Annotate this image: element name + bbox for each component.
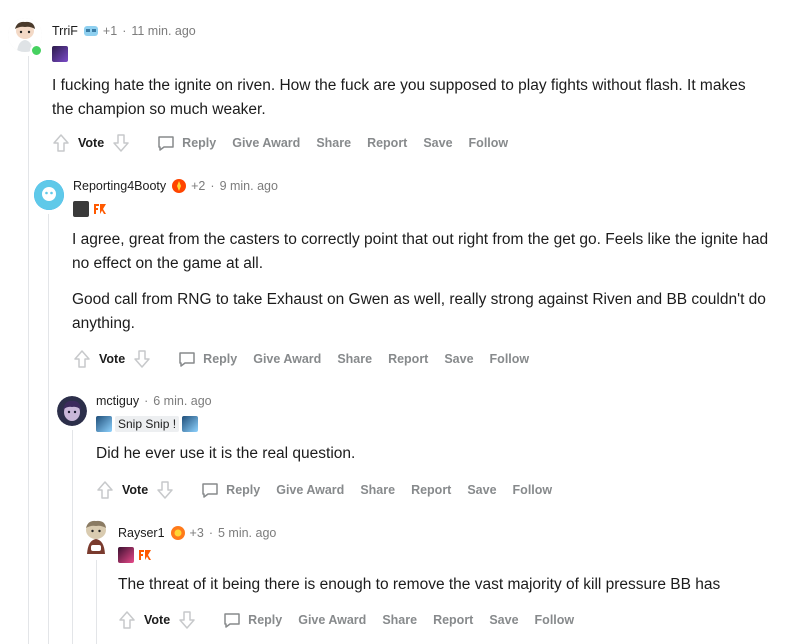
upvote-arrow-icon[interactable] xyxy=(71,348,93,370)
timestamp[interactable]: 9 min. ago xyxy=(220,179,278,193)
reply-button[interactable]: Reply xyxy=(156,133,216,153)
save-button[interactable]: Save xyxy=(444,352,473,366)
follow-button[interactable]: Follow xyxy=(490,352,530,366)
reply-button[interactable]: Reply xyxy=(177,349,237,369)
timestamp[interactable]: 5 min. ago xyxy=(218,526,276,540)
downvote-arrow-icon[interactable] xyxy=(110,132,132,154)
reply-label: Reply xyxy=(203,352,238,366)
online-status-indicator xyxy=(30,44,43,57)
upvote-arrow-icon[interactable] xyxy=(94,479,116,501)
follow-button[interactable]: Follow xyxy=(535,613,575,627)
downvote-arrow-icon[interactable] xyxy=(176,609,198,631)
give-award-button[interactable]: Give Award xyxy=(232,136,300,150)
follow-button[interactable]: Follow xyxy=(469,136,509,150)
avatar[interactable] xyxy=(80,518,112,556)
award-icon xyxy=(83,23,99,39)
reply-button[interactable]: Reply xyxy=(200,480,260,500)
comment-paragraph: The threat of it being there is enough t… xyxy=(118,576,721,593)
comment-bubble-icon xyxy=(179,352,195,367)
comment-bubble-icon xyxy=(202,483,218,498)
follow-button[interactable]: Follow xyxy=(513,483,553,497)
thread-line[interactable] xyxy=(96,560,97,644)
timestamp[interactable]: 6 min. ago xyxy=(153,394,211,408)
award-icon xyxy=(171,178,187,194)
give-award-button[interactable]: Give Award xyxy=(298,613,366,627)
comment-meta: Reporting4Booty +2 · 9 min. ago xyxy=(73,178,278,194)
share-button[interactable]: Share xyxy=(337,352,372,366)
upvote-arrow-icon[interactable] xyxy=(116,609,138,631)
share-button[interactable]: Share xyxy=(316,136,351,150)
comment-paragraph: I fucking hate the ignite on riven. How … xyxy=(52,77,746,118)
comment-paragraph: I agree, great from the casters to corre… xyxy=(72,231,769,272)
comment-meta: Rayser1 +3 · 5 min. ago xyxy=(118,525,276,541)
downvote-arrow-icon[interactable] xyxy=(131,348,153,370)
save-button[interactable]: Save xyxy=(423,136,452,150)
save-button[interactable]: Save xyxy=(489,613,518,627)
vote-count: Vote xyxy=(144,613,171,627)
comment-paragraph: Good call from RNG to take Exhaust on Gw… xyxy=(72,291,766,332)
comment-actions: Vote Reply Give Award Share Report Save … xyxy=(116,609,574,631)
comment-meta: mctiguy · 6 min. ago xyxy=(96,394,212,408)
flair-icon xyxy=(96,416,112,432)
comment-body: I agree, great from the casters to corre… xyxy=(72,228,782,348)
username[interactable]: TrriF xyxy=(52,24,78,38)
karma-badge: +3 xyxy=(189,526,204,540)
avatar[interactable] xyxy=(57,396,87,426)
separator: · xyxy=(210,179,215,193)
downvote-arrow-icon[interactable] xyxy=(154,479,176,501)
separator: · xyxy=(122,24,127,38)
give-award-button[interactable]: Give Award xyxy=(276,483,344,497)
report-button[interactable]: Report xyxy=(388,352,428,366)
vote-count: Vote xyxy=(122,483,149,497)
upvote-arrow-icon[interactable] xyxy=(50,132,72,154)
reply-button[interactable]: Reply xyxy=(222,610,282,630)
thread-line[interactable] xyxy=(72,430,73,644)
fnatic-logo-icon xyxy=(92,201,108,217)
separator: · xyxy=(144,394,149,408)
comment-meta: TrriF +1 · 11 min. ago xyxy=(52,23,196,39)
give-award-button[interactable]: Give Award xyxy=(253,352,321,366)
reply-label: Reply xyxy=(182,136,217,150)
award-icon xyxy=(170,525,186,541)
flair-text: Snip Snip ! xyxy=(115,416,180,432)
karma-badge: +2 xyxy=(191,179,206,193)
flair-icon xyxy=(73,201,89,217)
report-button[interactable]: Report xyxy=(433,613,473,627)
username[interactable]: Rayser1 xyxy=(118,526,165,540)
vote-count: Vote xyxy=(78,136,105,150)
comment-body: Did he ever use it is the real question. xyxy=(96,442,776,478)
avatar[interactable] xyxy=(34,180,64,210)
report-button[interactable]: Report xyxy=(367,136,407,150)
comment-body: I fucking hate the ignite on riven. How … xyxy=(52,74,752,134)
vote-count: Vote xyxy=(99,352,126,366)
share-button[interactable]: Share xyxy=(360,483,395,497)
comment-paragraph: Did he ever use it is the real question. xyxy=(96,445,356,462)
thread-line[interactable] xyxy=(48,214,49,644)
save-button[interactable]: Save xyxy=(467,483,496,497)
reply-label: Reply xyxy=(248,613,283,627)
share-button[interactable]: Share xyxy=(382,613,417,627)
flair-icon xyxy=(52,46,68,62)
fnatic-logo-icon xyxy=(137,547,153,563)
flair-icon xyxy=(182,416,199,432)
username[interactable]: mctiguy xyxy=(96,394,139,408)
comment-bubble-icon xyxy=(158,136,174,151)
reply-label: Reply xyxy=(226,483,261,497)
thread-line[interactable] xyxy=(28,56,29,644)
username[interactable]: Reporting4Booty xyxy=(73,179,166,193)
user-flair: Snip Snip ! xyxy=(96,415,201,433)
user-flair xyxy=(52,45,71,63)
karma-badge: +1 xyxy=(102,24,118,38)
comment-body: The threat of it being there is enough t… xyxy=(118,573,788,609)
comment-bubble-icon xyxy=(224,613,240,628)
timestamp[interactable]: 11 min. ago xyxy=(131,24,195,38)
report-button[interactable]: Report xyxy=(411,483,451,497)
comment-actions: Vote Reply Give Award Share Report Save … xyxy=(94,479,552,501)
flair-icon xyxy=(118,547,134,563)
user-flair xyxy=(73,200,111,218)
comment-actions: Vote Reply Give Award Share Report Save … xyxy=(50,132,508,154)
user-flair xyxy=(118,546,156,564)
comment-actions: Vote Reply Give Award Share Report Save … xyxy=(71,348,529,370)
separator: · xyxy=(208,526,213,540)
